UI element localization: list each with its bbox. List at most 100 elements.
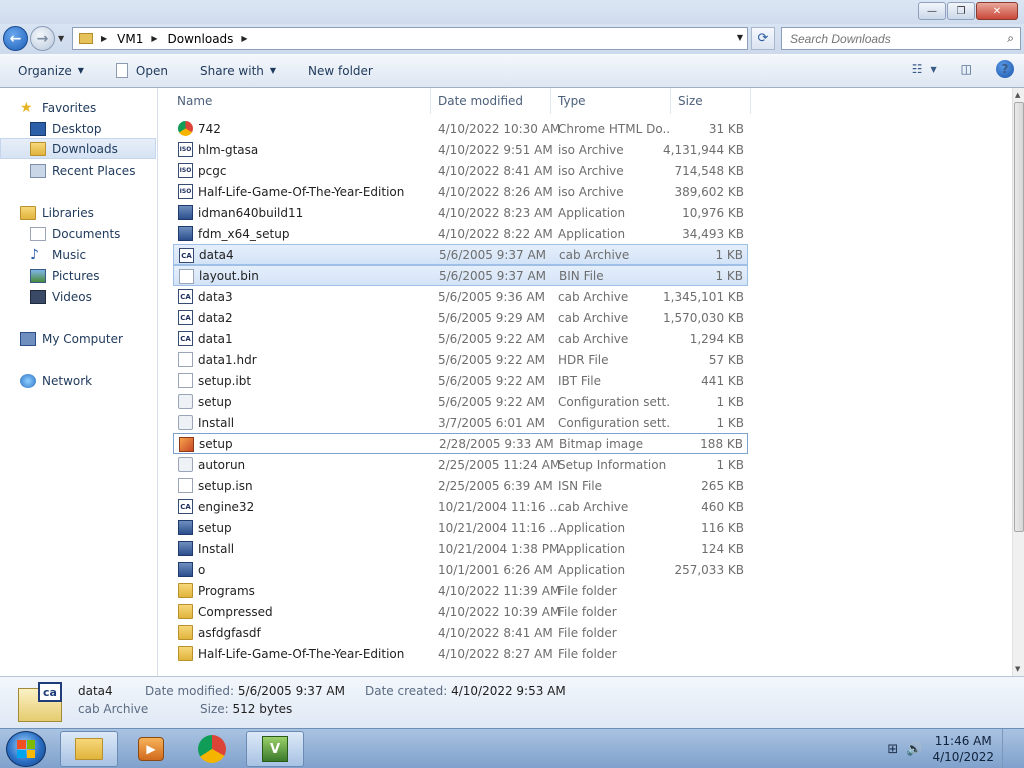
scroll-up-icon[interactable]: ▲ <box>1015 91 1020 99</box>
taskbar-explorer[interactable] <box>60 731 118 767</box>
new-folder-button[interactable]: New folder <box>298 59 383 83</box>
nav-desktop[interactable]: Desktop <box>0 118 156 139</box>
start-button[interactable] <box>6 731 46 767</box>
column-header-type[interactable]: Type <box>551 88 671 114</box>
volume-icon[interactable]: 🔊 <box>906 742 922 757</box>
chevron-down-icon[interactable]: ▼ <box>931 65 937 74</box>
file-type: File folder <box>558 646 617 661</box>
file-row[interactable]: setup 10/21/2004 11:16 ... Application 116 … <box>173 517 748 538</box>
file-row[interactable]: Install 10/21/2004 1:38 PM Application 124 … <box>173 538 748 559</box>
file-row[interactable]: layout.bin 5/6/2005 9:37 AM BIN File 1 KB <box>173 265 748 286</box>
nav-pictures[interactable]: Pictures <box>0 265 156 286</box>
open-button[interactable]: Open <box>106 59 178 83</box>
file-row[interactable]: setup 2/28/2005 9:33 AM Bitmap image 188 KB <box>173 433 748 454</box>
file-row[interactable]: ISO hlm-gtasa 4/10/2022 9:51 AM iso Archive… <box>173 139 748 160</box>
doc-file-icon <box>179 269 194 284</box>
file-row[interactable]: Programs 4/10/2022 11:39 AM File folder <box>173 580 748 601</box>
column-header-name[interactable]: Name <box>159 88 431 114</box>
nav-label: Recent Places <box>52 163 136 178</box>
cfg-file-icon <box>178 394 193 409</box>
file-row[interactable]: setup.ibt 5/6/2005 9:22 AM IBT File 441 KB <box>173 370 748 391</box>
taskbar-chrome[interactable] <box>183 731 241 767</box>
file-row[interactable]: Half-Life-Game-Of-The-Year-Edition 4/10/2… <box>173 643 748 664</box>
nav-downloads[interactable]: Downloads <box>0 138 156 159</box>
scroll-thumb[interactable] <box>1014 102 1024 532</box>
nav-favorites[interactable]: ★ Favorites <box>0 97 156 118</box>
chevron-right-icon[interactable]: ▶ <box>151 34 157 43</box>
nav-label: Libraries <box>42 205 94 220</box>
file-row[interactable]: o 10/1/2001 6:26 AM Application 257,033 KB <box>173 559 748 580</box>
file-row[interactable]: setup 5/6/2005 9:22 AM Configuration sett.… <box>173 391 748 412</box>
breadcrumb-vm1[interactable]: VM1 <box>117 32 143 46</box>
breadcrumb-downloads[interactable]: Downloads <box>168 32 234 46</box>
file-date-modified: 5/6/2005 9:37 AM <box>439 247 547 262</box>
file-row[interactable]: ISO Half-Life-Game-Of-The-Year-Edition 4/1… <box>173 181 748 202</box>
search-icon[interactable]: ⌕ <box>1007 31 1014 46</box>
file-size: 1 KB <box>715 247 743 262</box>
recent-pages-dropdown[interactable]: ▼ <box>58 34 64 43</box>
show-desktop-button[interactable] <box>1002 729 1016 768</box>
file-row[interactable]: idman640build11 4/10/2022 8:23 AM Applicat… <box>173 202 748 223</box>
forward-button[interactable]: → <box>30 26 55 51</box>
nav-documents[interactable]: Documents <box>0 223 156 244</box>
search-box[interactable]: ⌕ <box>781 27 1021 50</box>
file-row[interactable]: Install 3/7/2005 6:01 AM Configuration set… <box>173 412 748 433</box>
nav-network[interactable]: Network <box>0 370 156 391</box>
minimize-button[interactable]: — <box>918 2 946 20</box>
taskbar-app[interactable]: V <box>246 731 304 767</box>
nav-label: Desktop <box>52 121 102 136</box>
file-row[interactable]: CA engine32 10/21/2004 11:16 ... cab Archiv… <box>173 496 748 517</box>
file-row[interactable]: CA data4 5/6/2005 9:37 AM cab Archive 1 KB <box>173 244 748 265</box>
chevron-right-icon[interactable]: ▶ <box>101 34 107 43</box>
help-icon[interactable]: ? <box>996 60 1014 78</box>
file-name: Compressed <box>198 604 273 619</box>
chevron-down-icon[interactable]: ▼ <box>737 33 743 42</box>
organize-button[interactable]: Organize ▼ <box>0 59 94 83</box>
view-options-icon[interactable]: ☷ <box>912 62 923 76</box>
refresh-button[interactable]: ⟳ <box>751 27 775 50</box>
file-row[interactable]: asfdgfasdf 4/10/2022 8:41 AM File folder <box>173 622 748 643</box>
address-bar[interactable]: ▶ VM1 ▶ Downloads ▶ ▼ <box>72 27 748 50</box>
file-row[interactable]: CA data3 5/6/2005 9:36 AM cab Archive 1,345,… <box>173 286 748 307</box>
file-size: 1 KB <box>716 457 744 472</box>
file-date-modified: 4/10/2022 9:51 AM <box>438 142 553 157</box>
file-row[interactable]: data1.hdr 5/6/2005 9:22 AM HDR File 57 KB <box>173 349 748 370</box>
nav-music[interactable]: ♪ Music <box>0 244 156 265</box>
scroll-down-icon[interactable]: ▼ <box>1015 665 1020 673</box>
file-type: Application <box>558 520 626 535</box>
file-row[interactable]: CA data1 5/6/2005 9:22 AM cab Archive 1,294 … <box>173 328 748 349</box>
vertical-scrollbar[interactable]: ▲ ▼ <box>1012 88 1024 676</box>
close-button[interactable]: ✕ <box>976 2 1018 20</box>
chevron-right-icon[interactable]: ▶ <box>241 34 247 43</box>
maximize-button[interactable]: ❐ <box>947 2 975 20</box>
file-row[interactable]: 742 4/10/2022 10:30 AM Chrome HTML Do... 31… <box>173 118 748 139</box>
file-date-modified: 4/10/2022 10:30 AM <box>438 121 561 136</box>
file-row[interactable]: fdm_x64_setup 4/10/2022 8:22 AM Applicatio… <box>173 223 748 244</box>
nav-my-computer[interactable]: My Computer <box>0 328 156 349</box>
back-button[interactable]: ← <box>3 26 28 51</box>
nav-videos[interactable]: Videos <box>0 286 156 307</box>
file-row[interactable]: setup.isn 2/25/2005 6:39 AM ISN File 265 KB <box>173 475 748 496</box>
file-type: HDR File <box>558 352 609 367</box>
column-header-size[interactable]: Size <box>671 88 751 114</box>
chrome-icon <box>198 735 226 763</box>
doc-file-icon <box>178 352 193 367</box>
file-row[interactable]: autorun 2/25/2005 11:24 AM Setup Informati… <box>173 454 748 475</box>
file-row[interactable]: ISO pcgc 4/10/2022 8:41 AM iso Archive 714,5… <box>173 160 748 181</box>
share-with-button[interactable]: Share with ▼ <box>190 59 286 83</box>
search-input[interactable] <box>790 31 990 46</box>
preview-pane-icon[interactable]: ◫ <box>961 62 972 76</box>
nav-libraries[interactable]: Libraries <box>0 202 156 223</box>
file-name: setup.ibt <box>198 373 252 388</box>
file-row[interactable]: CA data2 5/6/2005 9:29 AM cab Archive 1,570,… <box>173 307 748 328</box>
cfg-file-icon <box>178 415 193 430</box>
column-header-date-modified[interactable]: Date modified <box>431 88 551 114</box>
network-status-icon[interactable]: ⊞ <box>887 742 898 757</box>
file-row[interactable]: Compressed 4/10/2022 10:39 AM File folder <box>173 601 748 622</box>
nav-recent-places[interactable]: Recent Places <box>0 160 156 181</box>
file-name: layout.bin <box>199 268 259 283</box>
file-name: data3 <box>198 289 233 304</box>
clock[interactable]: 11:46 AM 4/10/2022 <box>932 733 994 765</box>
taskbar-media-player[interactable]: ▶ <box>122 731 180 767</box>
iso-file-icon: ISO <box>178 163 193 178</box>
